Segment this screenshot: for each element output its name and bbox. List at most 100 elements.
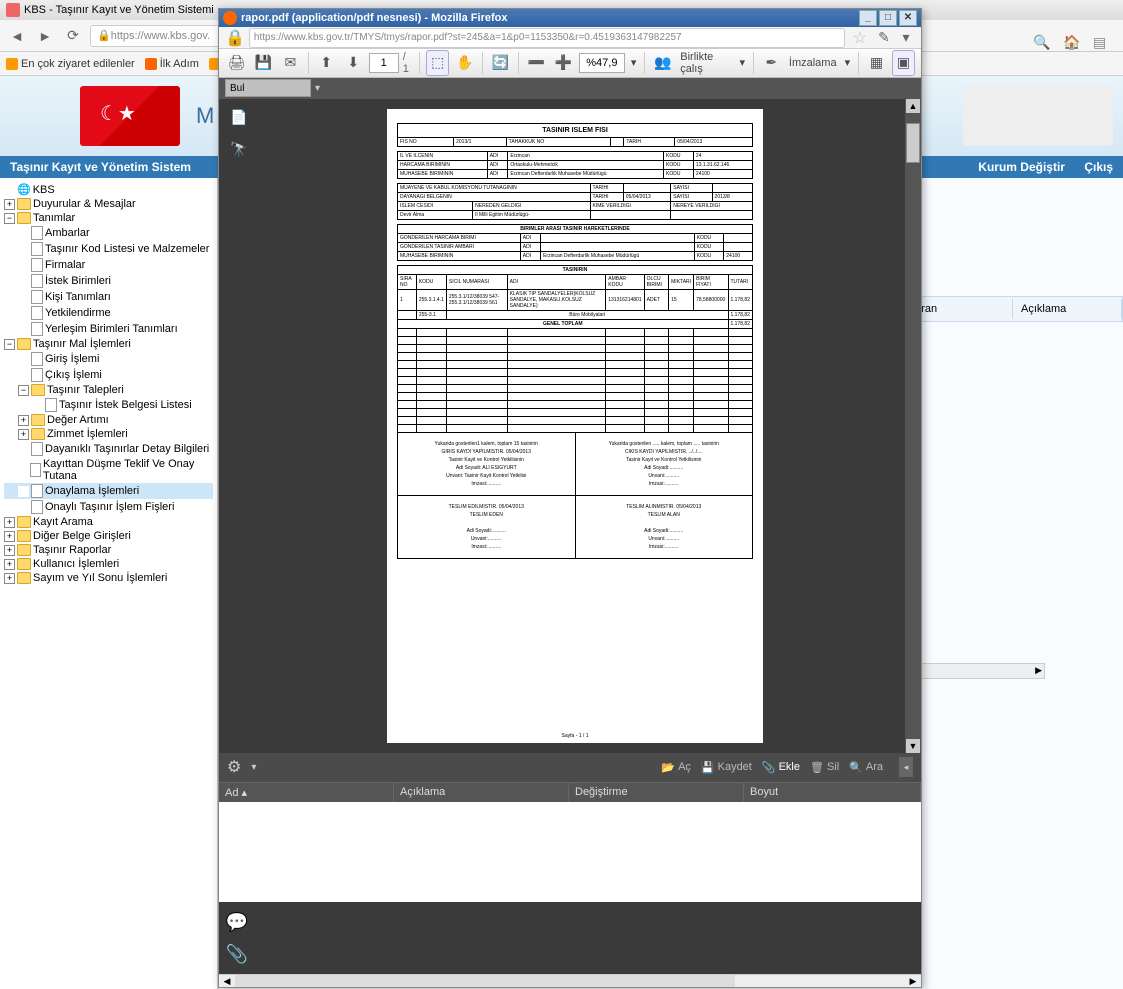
tree-root[interactable]: 🌐KBS <box>4 182 213 197</box>
pdf-title-text: rapor.pdf (application/pdf nesnesi) - Mo… <box>241 12 507 24</box>
bookmark-most[interactable]: En çok ziyaret edilenler <box>6 58 135 70</box>
attachment-icon[interactable]: 📎 <box>225 944 249 968</box>
reload-button[interactable]: ⟳ <box>62 25 84 47</box>
attach-save[interactable]: 💾Kaydet <box>701 761 752 774</box>
menu-icon[interactable]: ▤ <box>1093 34 1115 56</box>
tree-duyurular[interactable]: +Duyurular & Mesajlar <box>4 197 213 211</box>
search-icon[interactable]: 🔍 <box>1033 34 1055 56</box>
lock-icon: 🔒 <box>225 28 245 48</box>
sign-icon[interactable]: ✒ <box>760 50 783 76</box>
page-footer: Sayfa - 1 / 1 <box>387 733 763 739</box>
hand-tool-button[interactable]: ✋ <box>453 50 476 76</box>
tree-sayim[interactable]: +Sayım ve Yıl Sonu İşlemleri <box>4 571 213 585</box>
page-area[interactable]: TASINIR ISLEM FISI FIS NO2013/1 TAHAKKUK… <box>259 99 921 753</box>
exit-link[interactable]: Çıkış <box>1084 160 1113 174</box>
attach-col-desc[interactable]: Açıklama <box>394 783 569 802</box>
tree-talepler[interactable]: −Taşınır Talepleri <box>4 383 213 397</box>
tree-deger[interactable]: +Değer Artımı <box>4 413 213 427</box>
attach-open[interactable]: 📂Aç <box>661 761 691 774</box>
dropdown-icon[interactable]: ▾ <box>897 29 915 47</box>
minimize-button[interactable]: _ <box>859 10 877 26</box>
tree-zimmet[interactable]: +Zimmet İşlemleri <box>4 427 213 441</box>
binoculars-icon[interactable]: 🔭 <box>228 141 250 163</box>
attach-hscroll[interactable]: ◀▶ <box>219 974 921 987</box>
tree-giris[interactable]: Giriş İşlemi <box>4 351 213 367</box>
tree-kayittan[interactable]: Kayıttan Düşme Teklif Ve Onay Tutana <box>4 457 213 483</box>
zoom-out-button[interactable]: ➖ <box>525 50 548 76</box>
attach-add[interactable]: 📎Ekle <box>762 761 800 774</box>
pdf-titlebar[interactable]: rapor.pdf (application/pdf nesnesi) - Mo… <box>219 9 921 27</box>
tree-istek[interactable]: İstek Birimleri <box>4 273 213 289</box>
page-number-input[interactable] <box>369 53 399 73</box>
pdf-url-input[interactable]: https://www.kbs.gov.tr/TMYS/tmys/rapor.p… <box>249 28 845 48</box>
maximize-button[interactable]: □ <box>879 10 897 26</box>
attach-col-size[interactable]: Boyut <box>744 783 921 802</box>
attach-search[interactable]: 🔍Ara <box>849 761 883 774</box>
back-button[interactable]: ◄ <box>6 25 28 47</box>
brush-icon[interactable]: ✎ <box>875 29 893 47</box>
attach-body <box>219 802 921 902</box>
collab-icon[interactable]: 👥 <box>651 50 674 76</box>
tree-onaylama[interactable]: Onaylama İşlemleri <box>4 483 213 499</box>
zoom-dd[interactable]: ▾ <box>629 56 639 69</box>
attach-col-name[interactable]: Ad ▴ <box>219 783 394 802</box>
doc-title: TASINIR ISLEM FISI <box>398 124 753 138</box>
nav-tree: 🌐KBS +Duyurular & Mesajlar −Tanımlar Amb… <box>0 178 218 989</box>
gear-icon[interactable]: ⚙ <box>227 757 241 777</box>
tree-tanimlar[interactable]: −Tanımlar <box>4 211 213 225</box>
tree-diger[interactable]: +Diğer Belge Girişleri <box>4 529 213 543</box>
zoom-input[interactable] <box>579 53 625 73</box>
sign-label[interactable]: İmzalama <box>787 57 839 69</box>
side-toggle[interactable]: ◂ <box>899 757 913 777</box>
find-dropdown[interactable]: ▾ <box>315 83 320 94</box>
tree-raporlar[interactable]: +Taşınır Raporlar <box>4 543 213 557</box>
tree-ambarlar[interactable]: Ambarlar <box>4 225 213 241</box>
tree-dayanikli[interactable]: Dayanıklı Taşınırlar Detay Bilgileri <box>4 441 213 457</box>
page-down-button[interactable]: ⬇ <box>342 50 365 76</box>
firefox-icon <box>223 11 237 25</box>
close-button[interactable]: ✕ <box>899 10 917 26</box>
rotate-button[interactable]: 🔄 <box>489 50 512 76</box>
bookmark-star-icon[interactable]: ☆ <box>853 28 867 48</box>
page-up-button[interactable]: ⬆ <box>315 50 338 76</box>
bookmark-first[interactable]: İlk Adım <box>145 58 199 70</box>
bottom-icons: 💬 📎 <box>219 902 921 974</box>
view1-button[interactable]: ▦ <box>865 50 888 76</box>
mail-button[interactable]: ✉ <box>279 50 302 76</box>
save-button[interactable]: 💾 <box>252 50 275 76</box>
find-input[interactable] <box>225 79 311 97</box>
change-inst-link[interactable]: Kurum Değiştir <box>978 160 1065 174</box>
pdf-viewer-window: rapor.pdf (application/pdf nesnesi) - Mo… <box>218 8 922 988</box>
tree-kayit-arama[interactable]: +Kayıt Arama <box>4 515 213 529</box>
grid-col-2[interactable]: Açıklama <box>1013 299 1122 319</box>
pages-icon[interactable]: 📄 <box>228 109 250 131</box>
pdf-toolbar: 🖨 💾 ✉ ⬆ ⬇ / 1 ⬚ ✋ 🔄 ➖ ➕ ▾ 👥 Birlikte çal… <box>219 49 921 77</box>
page-total: / 1 <box>403 51 414 75</box>
home-icon[interactable]: 🏠 <box>1063 34 1085 56</box>
find-bar: ▾ <box>219 78 921 100</box>
tree-tasinir-mal[interactable]: −Taşınır Mal İşlemleri <box>4 337 213 351</box>
zoom-in-button[interactable]: ➕ <box>552 50 575 76</box>
kbs-icon <box>6 3 20 17</box>
attachment-toolbar: ⚙▾ 📂Aç 💾Kaydet 📎Ekle 🗑Sil 🔍Ara ◂ <box>219 753 921 781</box>
view2-button[interactable]: ▣ <box>892 50 915 76</box>
tree-kod-listesi[interactable]: Taşınır Kod Listesi ve Malzemeler <box>4 241 213 257</box>
attach-col-mod[interactable]: Değiştirme <box>569 783 744 802</box>
tree-istek-belge[interactable]: Taşınır İstek Belgesi Listesi <box>4 397 213 413</box>
attach-delete[interactable]: 🗑Sil <box>810 761 839 774</box>
pdf-page: TASINIR ISLEM FISI FIS NO2013/1 TAHAKKUK… <box>387 109 763 743</box>
tree-yerlesim[interactable]: Yerleşim Birimleri Tanımları <box>4 321 213 337</box>
select-tool-button[interactable]: ⬚ <box>426 50 449 76</box>
tree-kisi[interactable]: Kişi Tanımları <box>4 289 213 305</box>
tree-cikis[interactable]: Çıkış İşlemi <box>4 367 213 383</box>
tree-firmalar[interactable]: Firmalar <box>4 257 213 273</box>
pdf-vscroll[interactable]: ▲ ▼ <box>905 99 921 753</box>
print-button[interactable]: 🖨 <box>225 50 248 76</box>
collab-label[interactable]: Birlikte çalış <box>678 51 733 75</box>
sig-left: Yukarida gosterilen1 kalem, toplam 15 ta… <box>397 433 575 496</box>
comment-icon[interactable]: 💬 <box>225 912 249 936</box>
tree-yetki[interactable]: Yetkilendirme <box>4 305 213 321</box>
tree-kullanici[interactable]: +Kullanıcı İşlemleri <box>4 557 213 571</box>
tree-onayli[interactable]: Onaylı Taşınır İşlem Fişleri <box>4 499 213 515</box>
forward-button[interactable]: ► <box>34 25 56 47</box>
